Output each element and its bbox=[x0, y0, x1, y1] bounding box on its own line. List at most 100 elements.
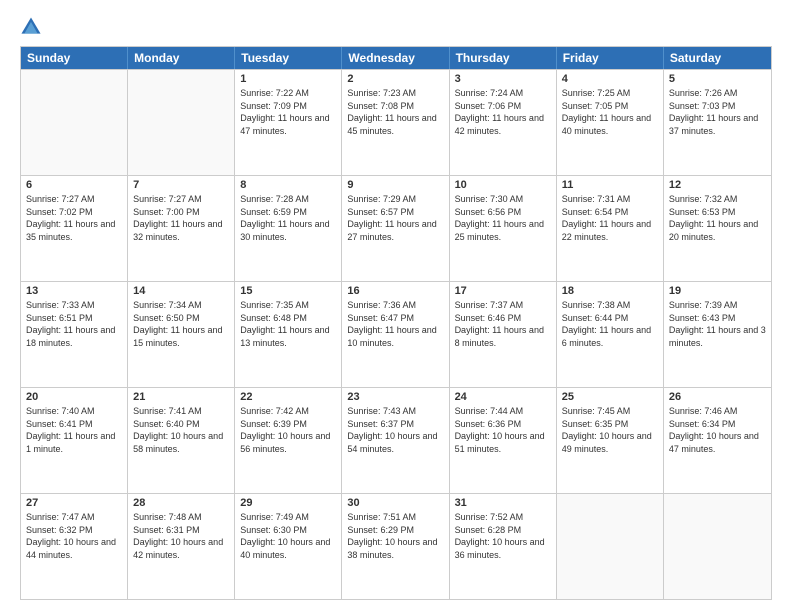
day-number: 3 bbox=[455, 73, 551, 85]
calendar-cell: 20 Sunrise: 7:40 AM Sunset: 6:41 PM Dayli… bbox=[21, 388, 128, 493]
day-number: 25 bbox=[562, 391, 658, 403]
day-number: 17 bbox=[455, 285, 551, 297]
calendar-day-header: Sunday bbox=[21, 47, 128, 69]
day-number: 6 bbox=[26, 179, 122, 191]
calendar-cell: 17 Sunrise: 7:37 AM Sunset: 6:46 PM Dayli… bbox=[450, 282, 557, 387]
day-number: 23 bbox=[347, 391, 443, 403]
calendar-cell: 31 Sunrise: 7:52 AM Sunset: 6:28 PM Dayli… bbox=[450, 494, 557, 599]
day-number: 20 bbox=[26, 391, 122, 403]
calendar-cell: 16Sunrise: 7:36 AM Sunset: 6:47 PM Dayli… bbox=[342, 282, 449, 387]
calendar-cell: 29 Sunrise: 7:49 AM Sunset: 6:30 PM Dayli… bbox=[235, 494, 342, 599]
cell-content: Sunrise: 7:48 AM Sunset: 6:31 PM Dayligh… bbox=[133, 511, 229, 561]
day-number: 7 bbox=[133, 179, 229, 191]
calendar-week: 1 Sunrise: 7:22 AM Sunset: 7:09 PM Daylig… bbox=[21, 69, 771, 175]
calendar-cell bbox=[21, 70, 128, 175]
cell-content: Sunrise: 7:33 AM Sunset: 6:51 PM Dayligh… bbox=[26, 299, 122, 349]
day-number: 24 bbox=[455, 391, 551, 403]
calendar-cell: 8Sunrise: 7:28 AM Sunset: 6:59 PM Daylig… bbox=[235, 176, 342, 281]
day-number: 15 bbox=[240, 285, 336, 297]
calendar-cell bbox=[128, 70, 235, 175]
day-number: 29 bbox=[240, 497, 336, 509]
calendar-week: 20 Sunrise: 7:40 AM Sunset: 6:41 PM Dayli… bbox=[21, 387, 771, 493]
calendar-cell: 6 Sunrise: 7:27 AM Sunset: 7:02 PM Daylig… bbox=[21, 176, 128, 281]
calendar-cell: 12 Sunrise: 7:32 AM Sunset: 6:53 PM Dayli… bbox=[664, 176, 771, 281]
calendar-cell: 9 Sunrise: 7:29 AM Sunset: 6:57 PM Daylig… bbox=[342, 176, 449, 281]
cell-content: Sunrise: 7:42 AM Sunset: 6:39 PM Dayligh… bbox=[240, 405, 336, 455]
day-number: 9 bbox=[347, 179, 443, 191]
day-number: 14 bbox=[133, 285, 229, 297]
day-number: 5 bbox=[669, 73, 766, 85]
cell-content: Sunrise: 7:31 AM Sunset: 6:54 PM Dayligh… bbox=[562, 193, 658, 243]
cell-content: Sunrise: 7:37 AM Sunset: 6:46 PM Dayligh… bbox=[455, 299, 551, 349]
day-number: 4 bbox=[562, 73, 658, 85]
calendar-week: 6 Sunrise: 7:27 AM Sunset: 7:02 PM Daylig… bbox=[21, 175, 771, 281]
cell-content: Sunrise: 7:25 AM Sunset: 7:05 PM Dayligh… bbox=[562, 87, 658, 137]
day-number: 21 bbox=[133, 391, 229, 403]
cell-content: Sunrise: 7:40 AM Sunset: 6:41 PM Dayligh… bbox=[26, 405, 122, 455]
day-number: 31 bbox=[455, 497, 551, 509]
cell-content: Sunrise: 7:23 AM Sunset: 7:08 PM Dayligh… bbox=[347, 87, 443, 137]
cell-content: Sunrise: 7:51 AM Sunset: 6:29 PM Dayligh… bbox=[347, 511, 443, 561]
cell-content: Sunrise: 7:32 AM Sunset: 6:53 PM Dayligh… bbox=[669, 193, 766, 243]
calendar-cell: 15Sunrise: 7:35 AM Sunset: 6:48 PM Dayli… bbox=[235, 282, 342, 387]
calendar-cell: 25 Sunrise: 7:45 AM Sunset: 6:35 PM Dayli… bbox=[557, 388, 664, 493]
cell-content: Sunrise: 7:49 AM Sunset: 6:30 PM Dayligh… bbox=[240, 511, 336, 561]
calendar-cell: 21 Sunrise: 7:41 AM Sunset: 6:40 PM Dayli… bbox=[128, 388, 235, 493]
logo-icon bbox=[20, 16, 42, 38]
calendar-cell: 11 Sunrise: 7:31 AM Sunset: 6:54 PM Dayli… bbox=[557, 176, 664, 281]
calendar-cell: 18 Sunrise: 7:38 AM Sunset: 6:44 PM Dayli… bbox=[557, 282, 664, 387]
day-number: 22 bbox=[240, 391, 336, 403]
calendar-day-header: Saturday bbox=[664, 47, 771, 69]
cell-content: Sunrise: 7:47 AM Sunset: 6:32 PM Dayligh… bbox=[26, 511, 122, 561]
day-number: 30 bbox=[347, 497, 443, 509]
calendar-body: 1 Sunrise: 7:22 AM Sunset: 7:09 PM Daylig… bbox=[21, 69, 771, 599]
calendar-cell: 13 Sunrise: 7:33 AM Sunset: 6:51 PM Dayli… bbox=[21, 282, 128, 387]
cell-content: Sunrise: 7:27 AM Sunset: 7:00 PM Dayligh… bbox=[133, 193, 229, 243]
cell-content: Sunrise: 7:52 AM Sunset: 6:28 PM Dayligh… bbox=[455, 511, 551, 561]
logo bbox=[20, 16, 46, 38]
day-number: 19 bbox=[669, 285, 766, 297]
calendar-cell: 26 Sunrise: 7:46 AM Sunset: 6:34 PM Dayli… bbox=[664, 388, 771, 493]
day-number: 1 bbox=[240, 73, 336, 85]
cell-content: Sunrise: 7:36 AM Sunset: 6:47 PM Dayligh… bbox=[347, 299, 443, 349]
cell-content: Sunrise: 7:26 AM Sunset: 7:03 PM Dayligh… bbox=[669, 87, 766, 137]
cell-content: Sunrise: 7:22 AM Sunset: 7:09 PM Dayligh… bbox=[240, 87, 336, 137]
calendar-day-header: Thursday bbox=[450, 47, 557, 69]
cell-content: Sunrise: 7:41 AM Sunset: 6:40 PM Dayligh… bbox=[133, 405, 229, 455]
day-number: 12 bbox=[669, 179, 766, 191]
calendar-cell: 27Sunrise: 7:47 AM Sunset: 6:32 PM Dayli… bbox=[21, 494, 128, 599]
calendar-day-header: Friday bbox=[557, 47, 664, 69]
calendar-week: 27Sunrise: 7:47 AM Sunset: 6:32 PM Dayli… bbox=[21, 493, 771, 599]
cell-content: Sunrise: 7:28 AM Sunset: 6:59 PM Dayligh… bbox=[240, 193, 336, 243]
cell-content: Sunrise: 7:27 AM Sunset: 7:02 PM Dayligh… bbox=[26, 193, 122, 243]
calendar-cell: 14 Sunrise: 7:34 AM Sunset: 6:50 PM Dayli… bbox=[128, 282, 235, 387]
calendar-cell: 10 Sunrise: 7:30 AM Sunset: 6:56 PM Dayli… bbox=[450, 176, 557, 281]
cell-content: Sunrise: 7:24 AM Sunset: 7:06 PM Dayligh… bbox=[455, 87, 551, 137]
calendar-day-header: Wednesday bbox=[342, 47, 449, 69]
calendar-cell: 28Sunrise: 7:48 AM Sunset: 6:31 PM Dayli… bbox=[128, 494, 235, 599]
day-number: 26 bbox=[669, 391, 766, 403]
cell-content: Sunrise: 7:45 AM Sunset: 6:35 PM Dayligh… bbox=[562, 405, 658, 455]
calendar-cell: 30 Sunrise: 7:51 AM Sunset: 6:29 PM Dayli… bbox=[342, 494, 449, 599]
calendar-cell: 7 Sunrise: 7:27 AM Sunset: 7:00 PM Daylig… bbox=[128, 176, 235, 281]
cell-content: Sunrise: 7:30 AM Sunset: 6:56 PM Dayligh… bbox=[455, 193, 551, 243]
cell-content: Sunrise: 7:46 AM Sunset: 6:34 PM Dayligh… bbox=[669, 405, 766, 455]
cell-content: Sunrise: 7:44 AM Sunset: 6:36 PM Dayligh… bbox=[455, 405, 551, 455]
day-number: 18 bbox=[562, 285, 658, 297]
calendar-cell: 5 Sunrise: 7:26 AM Sunset: 7:03 PM Daylig… bbox=[664, 70, 771, 175]
cell-content: Sunrise: 7:43 AM Sunset: 6:37 PM Dayligh… bbox=[347, 405, 443, 455]
day-number: 10 bbox=[455, 179, 551, 191]
cell-content: Sunrise: 7:38 AM Sunset: 6:44 PM Dayligh… bbox=[562, 299, 658, 349]
calendar-cell bbox=[664, 494, 771, 599]
header bbox=[20, 16, 772, 38]
cell-content: Sunrise: 7:34 AM Sunset: 6:50 PM Dayligh… bbox=[133, 299, 229, 349]
day-number: 11 bbox=[562, 179, 658, 191]
cell-content: Sunrise: 7:29 AM Sunset: 6:57 PM Dayligh… bbox=[347, 193, 443, 243]
cell-content: Sunrise: 7:39 AM Sunset: 6:43 PM Dayligh… bbox=[669, 299, 766, 349]
calendar-cell bbox=[557, 494, 664, 599]
calendar-day-header: Tuesday bbox=[235, 47, 342, 69]
calendar-cell: 24 Sunrise: 7:44 AM Sunset: 6:36 PM Dayli… bbox=[450, 388, 557, 493]
day-number: 13 bbox=[26, 285, 122, 297]
page: SundayMondayTuesdayWednesdayThursdayFrid… bbox=[0, 0, 792, 612]
calendar-cell: 19 Sunrise: 7:39 AM Sunset: 6:43 PM Dayli… bbox=[664, 282, 771, 387]
